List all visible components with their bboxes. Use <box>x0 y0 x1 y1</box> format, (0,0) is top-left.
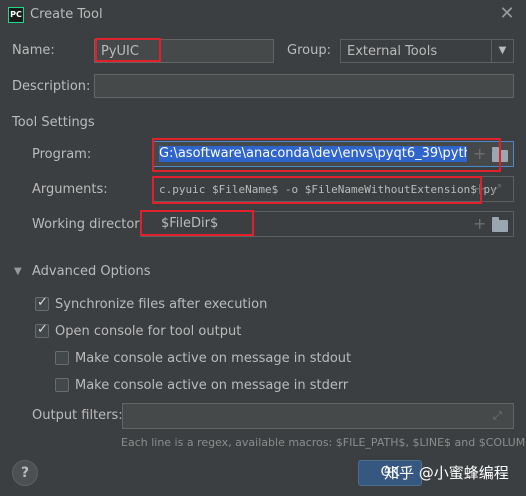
arguments-label: Arguments: <box>32 182 108 197</box>
output-filters-hint: Each line is a regex, available macros: … <box>121 436 526 449</box>
title-bar: PC Create Tool ✕ <box>0 0 526 30</box>
expand-icon[interactable]: ⤢ <box>493 409 502 423</box>
name-label: Name: <box>12 43 55 58</box>
pycharm-app-icon: PC <box>8 7 24 23</box>
program-highlight-box <box>152 138 501 172</box>
description-field[interactable] <box>94 74 514 98</box>
arguments-highlight-box <box>152 176 482 204</box>
sync-files-label: Synchronize files after execution <box>55 297 268 312</box>
working-directory-highlight-box <box>140 210 254 236</box>
output-filters-field[interactable]: ⤢ <box>122 403 514 429</box>
help-button[interactable]: ? <box>12 460 38 486</box>
open-console-checkbox[interactable]: ✓ <box>35 322 49 338</box>
console-stdout-label: Make console active on message in stdout <box>75 351 352 366</box>
group-select[interactable]: External Tools ▼ <box>340 39 514 63</box>
program-label: Program: <box>32 147 92 162</box>
group-label: Group: <box>287 43 331 58</box>
zhihu-watermark: 知乎 @小蜜蜂编程 <box>384 464 509 482</box>
folder-icon[interactable] <box>492 217 508 232</box>
expand-icon[interactable]: ⤢ <box>492 182 501 196</box>
console-stderr-checkbox[interactable] <box>55 378 69 392</box>
checkmark-icon: ✓ <box>37 322 48 337</box>
chevron-down-icon[interactable]: ▼ <box>491 40 513 62</box>
tool-settings-heading: Tool Settings <box>12 115 95 130</box>
output-filters-label: Output filters: <box>32 408 123 423</box>
working-directory-label: Working directory: <box>32 217 151 232</box>
console-stderr-label: Make console active on message in stderr <box>75 378 349 393</box>
open-console-label: Open console for tool output <box>55 324 242 339</box>
advanced-options-heading[interactable]: Advanced Options <box>32 264 151 279</box>
insert-macro-icon[interactable]: + <box>473 216 486 232</box>
group-value: External Tools <box>347 44 438 59</box>
close-icon[interactable]: ✕ <box>497 4 517 24</box>
name-highlight-box <box>95 38 161 62</box>
window-title: Create Tool <box>30 7 103 22</box>
collapse-triangle-icon[interactable]: ▼ <box>14 266 22 277</box>
description-label: Description: <box>12 79 91 94</box>
checkmark-icon: ✓ <box>37 295 48 310</box>
console-stdout-checkbox[interactable] <box>55 351 69 365</box>
sync-files-checkbox[interactable]: ✓ <box>35 295 49 311</box>
